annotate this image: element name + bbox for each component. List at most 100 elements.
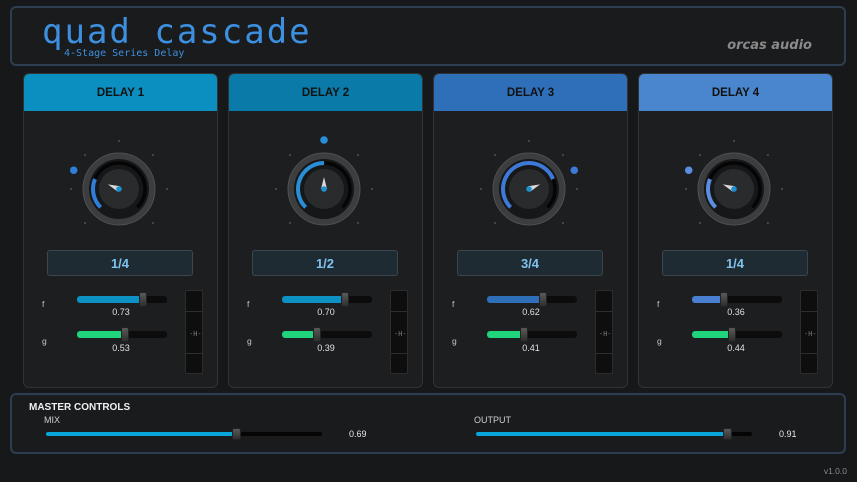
mix-slider[interactable] xyxy=(46,428,322,440)
delay-module-title: DELAY 2 xyxy=(301,86,350,99)
knob-scale-dot xyxy=(493,221,497,225)
division-display[interactable]: 1/4 xyxy=(47,250,193,276)
master-controls: MASTER CONTROLS MIX 0.69 OUTPUT 0.91 xyxy=(10,393,846,454)
feedback-slider[interactable] xyxy=(77,292,167,307)
knob-scale-dot xyxy=(151,153,155,157)
division-value: 3/4 xyxy=(520,255,540,271)
master-title: MASTER CONTROLS xyxy=(29,402,131,413)
division-display[interactable]: 3/4 xyxy=(457,250,603,276)
knob-scale-dot xyxy=(493,153,497,157)
knob-scale-dot xyxy=(69,187,73,191)
feedback-slider-fill xyxy=(282,296,345,303)
header: quad cascade 4-Stage Series Delay orcas … xyxy=(10,6,846,66)
gain-slider-thumb[interactable] xyxy=(120,327,129,342)
delay-time-knob[interactable] xyxy=(474,134,584,244)
delay-module-header: DELAY 2 xyxy=(229,74,422,111)
gain-value: 0.41 xyxy=(522,343,540,353)
feedback-slider-fill xyxy=(487,296,543,303)
delay-time-knob[interactable] xyxy=(269,134,379,244)
meter-tick xyxy=(186,353,202,354)
gain-slider-thumb[interactable] xyxy=(313,327,322,342)
knob-value-dot xyxy=(684,166,693,175)
knob-scale-dot xyxy=(527,139,531,143)
delay-module-1: DELAY 1 1/4 f 0.73 g 0.53 -H- xyxy=(23,73,218,388)
gain-slider-thumb[interactable] xyxy=(727,327,736,342)
knob-scale-dot xyxy=(288,153,292,157)
delay-module-3: DELAY 3 3/4 f 0.62 g 0.41 -H- xyxy=(433,73,628,388)
version-label: v1.0.0 xyxy=(823,466,847,476)
feedback-slider[interactable] xyxy=(692,292,782,307)
division-value: 1/2 xyxy=(315,255,335,271)
knob-scale-dot xyxy=(575,187,579,191)
meter-center-mark: -H- xyxy=(189,330,202,338)
delay-module-title: DELAY 4 xyxy=(711,86,760,99)
knob-scale-dot xyxy=(274,187,278,191)
gain-slider-thumb[interactable] xyxy=(519,327,528,342)
delay-module-2: DELAY 2 1/2 f 0.70 g 0.39 -H- xyxy=(228,73,423,388)
knob-scale-dot xyxy=(780,187,784,191)
knob-scale-dot xyxy=(561,221,565,225)
gain-slider[interactable] xyxy=(487,327,577,342)
feedback-label: f xyxy=(42,299,45,309)
feedback-slider-thumb[interactable] xyxy=(341,292,349,307)
level-meter: -H- xyxy=(390,290,408,374)
mix-label: MIX xyxy=(44,415,61,425)
knob-center-dot xyxy=(116,186,122,192)
knob-value-dot xyxy=(69,166,78,175)
delay-module-title: DELAY 1 xyxy=(96,86,145,99)
mix-slider-thumb[interactable] xyxy=(232,428,242,440)
gain-label: g xyxy=(657,336,662,346)
knob-graphic xyxy=(69,139,169,226)
knob-scale-dot xyxy=(83,153,87,157)
gain-label: g xyxy=(247,336,252,346)
gain-slider[interactable] xyxy=(692,327,782,342)
division-display[interactable]: 1/2 xyxy=(252,250,398,276)
knob-scale-dot xyxy=(165,187,169,191)
knob-scale-dot xyxy=(732,139,736,143)
division-display[interactable]: 1/4 xyxy=(662,250,808,276)
knob-center-dot xyxy=(731,186,737,192)
feedback-slider[interactable] xyxy=(487,292,577,307)
gain-slider[interactable] xyxy=(282,327,372,342)
feedback-value: 0.62 xyxy=(522,307,540,317)
meter-center-mark: -H- xyxy=(599,330,612,338)
gain-slider-fill xyxy=(487,331,524,338)
meter-tick xyxy=(391,353,407,354)
knob-graphic xyxy=(479,139,579,226)
app-title: quad cascade xyxy=(42,12,312,52)
feedback-value: 0.36 xyxy=(727,307,745,317)
output-slider[interactable] xyxy=(476,428,752,440)
knob-center-dot xyxy=(526,186,532,192)
feedback-value: 0.70 xyxy=(317,307,335,317)
delay-time-knob[interactable] xyxy=(64,134,174,244)
level-meter: -H- xyxy=(595,290,613,374)
output-value: 0.91 xyxy=(779,429,797,439)
feedback-slider[interactable] xyxy=(282,292,372,307)
knob-scale-dot xyxy=(698,153,702,157)
feedback-slider-thumb[interactable] xyxy=(138,292,147,307)
delay-module-header: DELAY 1 xyxy=(24,74,217,111)
feedback-label: f xyxy=(247,299,250,309)
meter-tick xyxy=(801,311,817,312)
meter-tick xyxy=(801,353,817,354)
meter-center-mark: -H- xyxy=(394,330,407,338)
feedback-slider-thumb[interactable] xyxy=(538,292,547,307)
output-slider-thumb[interactable] xyxy=(723,428,733,440)
feedback-label: f xyxy=(452,299,455,309)
gain-value: 0.44 xyxy=(727,343,745,353)
knob-graphic xyxy=(274,136,374,226)
delay-time-knob[interactable] xyxy=(679,134,789,244)
gain-slider[interactable] xyxy=(77,327,167,342)
knob-scale-dot xyxy=(684,187,688,191)
level-meter: -H- xyxy=(800,290,818,374)
gain-value: 0.53 xyxy=(112,343,130,353)
knob-scale-dot xyxy=(698,221,702,225)
gain-slider-fill xyxy=(77,331,125,338)
feedback-slider-thumb[interactable] xyxy=(720,292,729,307)
brand-logo: orcas audio xyxy=(727,38,812,53)
meter-center-mark: -H- xyxy=(804,330,817,338)
knob-scale-dot xyxy=(479,187,483,191)
mix-slider-fill xyxy=(46,432,237,436)
knob-scale-dot xyxy=(117,139,121,143)
division-value: 1/4 xyxy=(110,255,130,271)
